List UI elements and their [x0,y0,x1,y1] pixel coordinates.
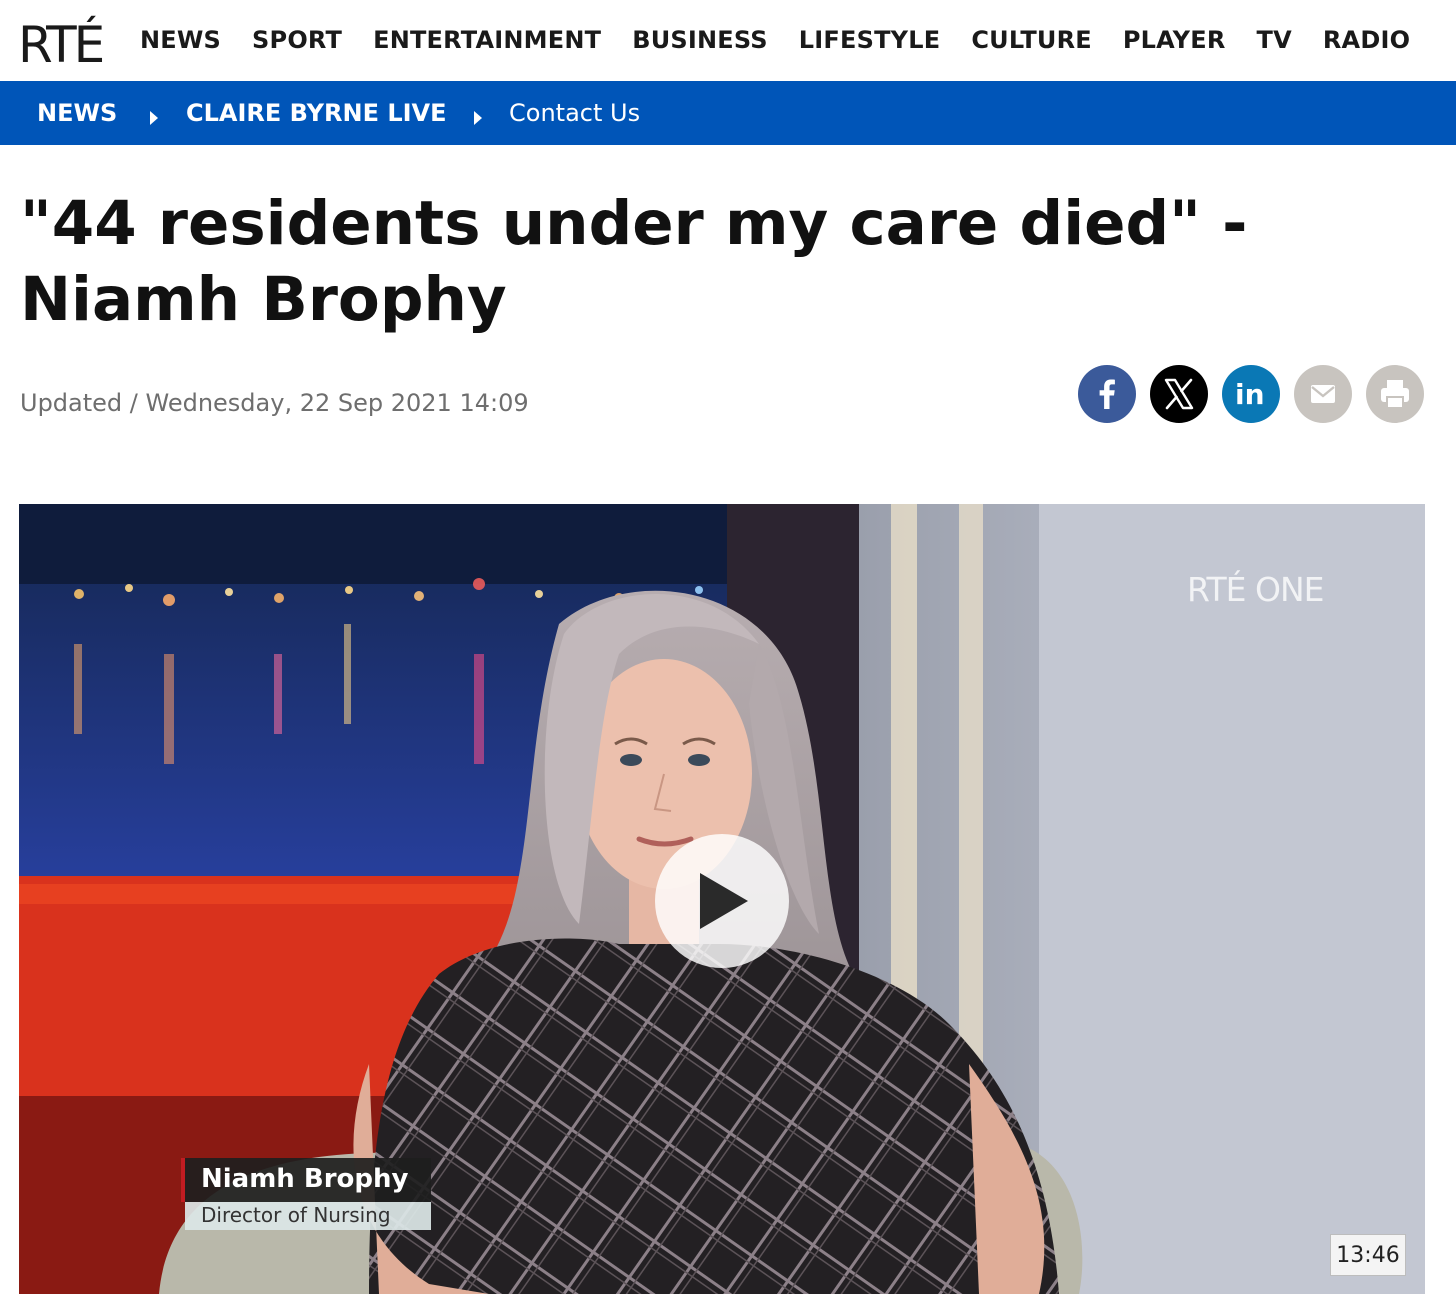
nav-news[interactable]: NEWS [140,26,221,54]
email-icon [1311,385,1335,403]
nav-player[interactable]: PLAYER [1123,26,1226,54]
article-dateline: Updated / Wednesday, 22 Sep 2021 14:09 [20,389,529,417]
channel-watermark: RTÉ ONE [1187,570,1325,609]
x-icon [1164,378,1194,410]
nav-tv[interactable]: TV [1257,26,1292,54]
svg-text:in: in [1235,378,1265,411]
nav-sport[interactable]: SPORT [252,26,342,54]
breadcrumb-contact-us[interactable]: Contact Us [509,99,640,127]
nav-business[interactable]: BUSINESS [632,26,768,54]
nav-radio[interactable]: RADIO [1323,26,1410,54]
main-nav: NEWS SPORT ENTERTAINMENT BUSINESS LIFEST… [140,26,1441,54]
chevron-right-icon [150,111,158,125]
play-icon [700,873,748,929]
nav-lifestyle[interactable]: LIFESTYLE [799,26,941,54]
play-button[interactable] [655,834,789,968]
facebook-icon [1099,379,1115,409]
email-share-button[interactable] [1294,365,1352,423]
breadcrumb: NEWS CLAIRE BYRNE LIVE Contact Us [0,81,1456,145]
nav-culture[interactable]: CULTURE [971,26,1092,54]
caption-name: Niamh Brophy [181,1158,431,1202]
linkedin-share-button[interactable]: in [1222,365,1280,423]
linkedin-icon: in [1235,378,1265,411]
x-share-button[interactable] [1150,365,1208,423]
article-headline: "44 residents under my care died" - Niam… [20,188,1248,335]
print-button[interactable] [1366,365,1424,423]
caption-role: Director of Nursing [185,1202,431,1230]
breadcrumb-claire-byrne-live[interactable]: CLAIRE BYRNE LIVE [186,99,447,127]
rte-logo[interactable]: RTÉ [18,14,114,74]
breadcrumb-news[interactable]: NEWS [37,99,117,127]
facebook-share-button[interactable] [1078,365,1136,423]
print-icon [1381,380,1409,409]
nav-entertainment[interactable]: ENTERTAINMENT [373,26,601,54]
video-player[interactable]: RTÉ ONE Niamh Brophy Director of Nursing… [19,504,1425,1294]
top-navigation: RTÉ NEWS SPORT ENTERTAINMENT BUSINESS LI… [0,0,1456,81]
chevron-right-icon [474,111,482,125]
video-duration: 13:46 [1330,1234,1406,1276]
svg-text:RTÉ: RTÉ [18,15,103,68]
